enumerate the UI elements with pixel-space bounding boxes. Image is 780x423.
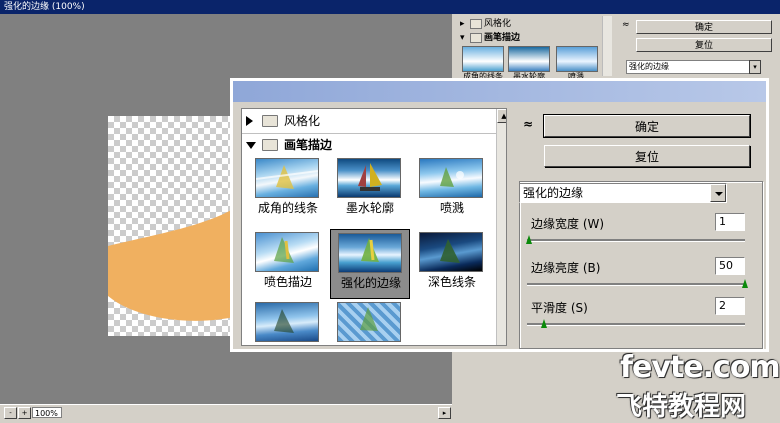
document-title-bar: 强化的边缘 (100%) (0, 0, 780, 14)
bg-thumb-2[interactable] (508, 46, 550, 72)
folder-open-icon (262, 139, 278, 151)
bg-thumb-1[interactable] (462, 46, 504, 72)
chevron-down-icon[interactable]: ▾ (749, 60, 761, 74)
gallery-scrollbar[interactable]: ▲ (496, 109, 506, 345)
filter-spatter[interactable]: 喷溅 (412, 155, 492, 217)
collapse-icon[interactable]: ≈ (622, 20, 630, 30)
collapse-category-icon[interactable] (246, 142, 256, 149)
smoothness-slider[interactable] (527, 323, 745, 326)
filter-ink-outlines[interactable]: 墨水轮廓 (330, 155, 410, 217)
watermark-domain: fevte.com (620, 350, 780, 385)
status-bar: - + 100% ▸ (0, 404, 452, 421)
category-label: 画笔描边 (284, 138, 333, 152)
zoom-in-button[interactable]: + (18, 407, 31, 419)
document-title: 强化的边缘 (100%) (4, 2, 85, 12)
edge-brightness-slider-thumb[interactable] (742, 279, 749, 288)
folder-icon (262, 115, 278, 127)
filter-select-value: 强化的边缘 (523, 186, 584, 200)
bg-category-row-1[interactable]: ▸ 风格化 (460, 18, 605, 30)
smoothness-label: 平滑度 (S) (531, 301, 588, 315)
expand-icon[interactable] (246, 116, 253, 126)
edge-width-label: 边缘宽度 (W) (531, 217, 605, 231)
scroll-right-button[interactable]: ▸ (438, 407, 451, 419)
category-brush-strokes[interactable]: 画笔描边 (242, 135, 496, 155)
edge-brightness-slider[interactable] (527, 283, 745, 286)
edge-width-input[interactable]: 1 (715, 213, 745, 231)
ok-button[interactable]: 确定 (543, 114, 751, 138)
chevron-down-icon[interactable] (710, 184, 726, 202)
bg-category-row-2[interactable]: ▾ 画笔描边 (460, 32, 605, 44)
filter-label: 喷色描边 (263, 275, 312, 289)
scroll-up-icon[interactable]: ▲ (497, 109, 506, 123)
bg-ok-button[interactable]: 确定 (636, 20, 772, 34)
watermark: fevte.com 飞特教程网 (612, 348, 780, 422)
filter-select[interactable]: 强化的边缘 (519, 183, 727, 203)
bg-filter-select[interactable]: 强化的边缘 (626, 60, 752, 74)
filter-label: 墨水轮廓 (345, 201, 394, 215)
filter-label: 喷溅 (439, 201, 464, 215)
filter-gallery-dialog: 风格化 画笔描边 成角的线条 墨水轮廓 喷溅 喷色描边 强化的边缘 深色线条 ▲… (232, 80, 767, 350)
filter-dark-strokes[interactable]: 深色线条 (412, 229, 492, 291)
filter-label: 成角的线条 (257, 201, 318, 215)
filter-label: 深色线条 (427, 275, 476, 289)
filter-sprayed-strokes[interactable]: 喷色描边 (248, 229, 328, 291)
edge-brightness-label: 边缘亮度 (B) (531, 261, 601, 275)
filter-thumbnail (419, 232, 483, 272)
filter-thumbnail (255, 158, 319, 198)
filter-accented-edges[interactable]: 强化的边缘 (330, 229, 410, 299)
bg-gallery-scrollbar[interactable] (602, 16, 612, 76)
edge-brightness-input[interactable]: 50 (715, 257, 745, 275)
filter-thumbnail (337, 302, 401, 342)
bg-category-label: 风格化 (484, 19, 512, 29)
filter-angled-strokes[interactable]: 成角的线条 (248, 155, 328, 217)
smoothness-input[interactable]: 2 (715, 297, 745, 315)
edge-width-slider[interactable] (527, 239, 745, 242)
filter-item-7[interactable] (248, 299, 328, 345)
bg-thumb-3[interactable] (556, 46, 598, 72)
dialog-title-bar[interactable] (233, 81, 766, 102)
reset-button[interactable]: 复位 (544, 145, 750, 167)
zoom-out-button[interactable]: - (4, 407, 17, 419)
filter-thumbnail (255, 302, 319, 342)
orange-shape (108, 206, 238, 321)
watermark-site-name: 飞特教程网 (616, 392, 747, 422)
bg-category-label: 画笔描边 (484, 33, 521, 43)
filter-item-8[interactable] (330, 299, 410, 345)
filter-thumbnail (255, 232, 319, 272)
category-label: 风格化 (284, 114, 321, 128)
category-stylize[interactable]: 风格化 (242, 111, 496, 131)
bg-reset-button[interactable]: 复位 (636, 38, 772, 52)
edge-width-slider-thumb[interactable] (526, 235, 533, 244)
filter-thumbnail (338, 233, 402, 273)
collapse-gallery-icon[interactable]: ≈ (523, 117, 533, 131)
filter-thumbnail (337, 158, 401, 198)
zoom-level[interactable]: 100% (32, 407, 62, 418)
image-canvas[interactable] (108, 116, 238, 336)
filter-thumbnail (419, 158, 483, 198)
filter-gallery-panel: 风格化 画笔描边 成角的线条 墨水轮廓 喷溅 喷色描边 强化的边缘 深色线条 ▲ (241, 108, 507, 346)
filter-settings-panel: 强化的边缘 边缘宽度 (W) 1 边缘亮度 (B) 50 平滑度 (S) 2 (517, 181, 766, 349)
filter-label: 强化的边缘 (340, 276, 401, 290)
smoothness-slider-thumb[interactable] (541, 319, 548, 328)
